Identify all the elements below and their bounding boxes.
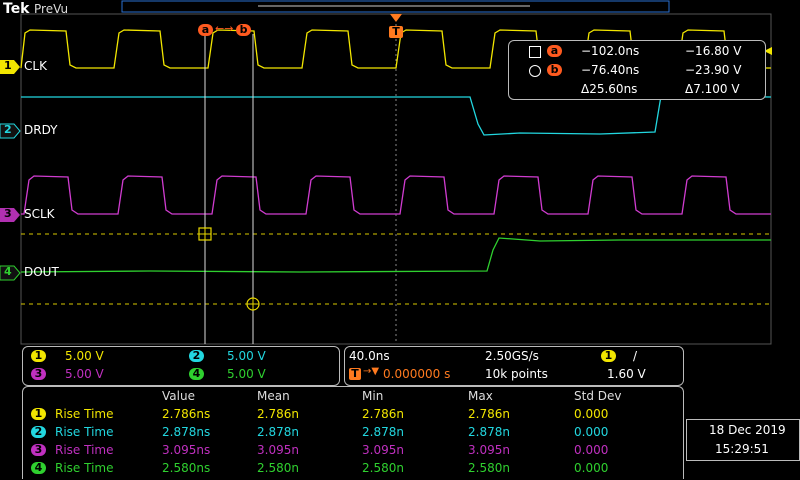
date-readout: 18 Dec 2019 [709, 423, 786, 437]
meas-std-dev: 0.000 [574, 461, 609, 475]
meas-name: Rise Time [55, 425, 114, 439]
meas-min: 2.786n [362, 407, 404, 421]
ch4-label: DOUT [24, 265, 59, 279]
ch4-marker-num: 4 [4, 265, 12, 278]
horizontal-trigger-panel[interactable]: 40.0ns 2.50GS/s 1 / T →▼ 0.000000 s 10k … [344, 346, 684, 386]
trigger-delay-icon: T [349, 368, 361, 380]
meas-row-badge: 1 [31, 408, 46, 420]
cursor-b-volt: −23.90 V [685, 63, 742, 77]
cursor-b-badge[interactable]: b [236, 24, 251, 36]
cursor-delta-volt: Δ7.100 V [685, 82, 740, 96]
cursor-b-readout-badge: b [547, 64, 562, 76]
meas-name: Rise Time [55, 407, 114, 421]
meas-mean: 2.786n [257, 407, 299, 421]
cursor-a-badge[interactable]: a [198, 24, 213, 36]
cursor-a-square-icon [529, 46, 541, 58]
meas-min: 2.878n [362, 425, 404, 439]
meas-name: Rise Time [55, 461, 114, 475]
meas-std-dev: 0.000 [574, 407, 609, 421]
time-per-div[interactable]: 40.0ns [349, 349, 390, 363]
ch2-scale-badge: 2 [189, 350, 204, 362]
brand-logo: Tek [3, 1, 30, 17]
ch1-marker-num: 1 [4, 59, 12, 72]
trigger-source-badge: 1 [601, 350, 616, 362]
meas-row-badge: 3 [31, 444, 46, 456]
meas-min: 3.095n [362, 443, 404, 457]
vertical-scale-panel[interactable]: 1 5.00 V 2 5.00 V 3 5.00 V 4 5.00 V [22, 346, 340, 386]
trigger-marker-badge[interactable]: T [389, 26, 403, 38]
ch3-marker-num: 3 [4, 207, 12, 220]
ch2-marker-num: 2 [4, 123, 12, 136]
ch2-scale-value[interactable]: 5.00 V [227, 349, 266, 363]
cursor-a-volt: −16.80 V [685, 44, 742, 58]
meas-mean: 2.580n [257, 461, 299, 475]
record-length[interactable]: 10k points [485, 367, 548, 381]
cursor-delta-time: Δ25.60ns [581, 82, 638, 96]
ch4-scale-badge: 4 [189, 368, 204, 380]
meas-row-badge: 4 [31, 462, 46, 474]
trigger-slope-icon[interactable]: / [633, 349, 637, 363]
meas-name: Rise Time [55, 443, 114, 457]
meas-min: 2.580n [362, 461, 404, 475]
meas-std-dev: 0.000 [574, 425, 609, 439]
acquisition-mode: PreVu [34, 2, 69, 16]
meas-max: 2.580n [468, 461, 510, 475]
ch3-scale-badge: 3 [31, 368, 46, 380]
meas-std-dev: 0.000 [574, 443, 609, 457]
meas-max: 2.786n [468, 407, 510, 421]
ch4-scale-value[interactable]: 5.00 V [227, 367, 266, 381]
cursor-a-time: −102.0ns [581, 44, 640, 58]
trigger-level[interactable]: 1.60 V [607, 367, 646, 381]
meas-value: 3.095ns [162, 443, 211, 457]
meas-header-max: Max [468, 389, 493, 403]
meas-mean: 3.095n [257, 443, 299, 457]
meas-value: 2.878ns [162, 425, 211, 439]
meas-header-min: Min [362, 389, 384, 403]
ch2-label: DRDY [24, 123, 58, 137]
cursor-readout-panel[interactable]: a −102.0ns −16.80 V b −76.40ns −23.90 V … [508, 40, 766, 100]
meas-max: 2.878n [468, 425, 510, 439]
meas-value: 2.786ns [162, 407, 211, 421]
meas-header-mean: Mean [257, 389, 290, 403]
trigger-position-arrow[interactable] [390, 14, 402, 22]
meas-mean: 2.878n [257, 425, 299, 439]
cursor-b-time: −76.40ns [581, 63, 640, 77]
ch3-scale-value[interactable]: 5.00 V [65, 367, 104, 381]
cursor-b-circle-icon [529, 65, 541, 77]
sample-rate: 2.50GS/s [485, 349, 539, 363]
measurements-panel[interactable]: Value Mean Min Max Std Dev 1 Rise Time 2… [22, 386, 684, 479]
ch3-label: SCLK [24, 207, 55, 221]
meas-header-std-dev: Std Dev [574, 389, 622, 403]
ch1-scale-value[interactable]: 5.00 V [65, 349, 104, 363]
ch1-scale-badge: 1 [31, 350, 46, 362]
time-readout: 15:29:51 [715, 442, 769, 456]
ch1-label: CLK [24, 59, 47, 73]
meas-value: 2.580ns [162, 461, 211, 475]
trigger-delay[interactable]: 0.000000 s [383, 367, 450, 381]
cursor-a-readout-badge: a [547, 45, 562, 57]
meas-row-badge: 2 [31, 426, 46, 438]
trigger-delay-arrow-icon: →▼ [363, 366, 380, 377]
meas-header-value: Value [162, 389, 195, 403]
datetime-box[interactable]: 18 Dec 2019 15:29:51 [686, 419, 800, 461]
cursor-link-arrow: ←→ [215, 22, 234, 35]
meas-max: 3.095n [468, 443, 510, 457]
